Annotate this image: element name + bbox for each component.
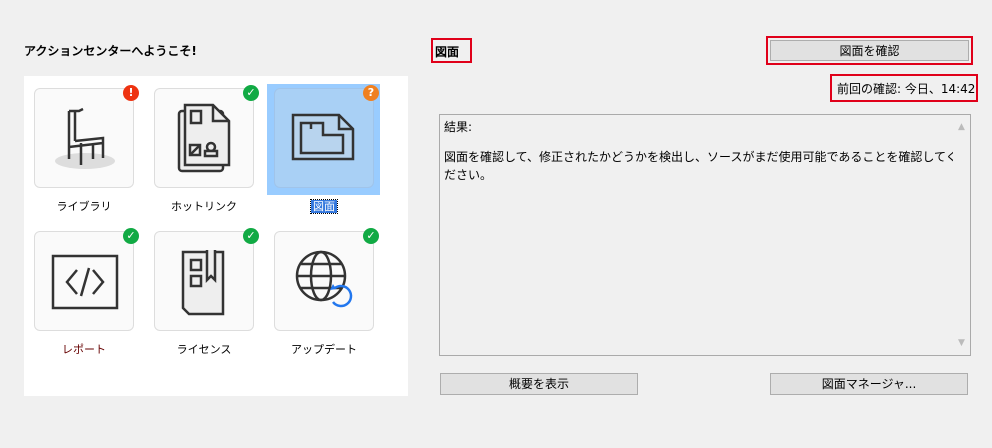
tile-report-label: レポート [62, 343, 106, 356]
ok-badge-icon: ✓ [243, 228, 259, 244]
tile-license[interactable]: ✓ [154, 228, 259, 331]
tile-library-label: ライブラリ [56, 200, 112, 213]
drawing-manager-button[interactable]: 図面マネージャ... [770, 373, 968, 395]
error-badge-icon: ! [123, 85, 139, 101]
tile-license-label: ライセンス [176, 343, 232, 356]
welcome-heading: アクションセンターへようこそ! [24, 44, 197, 58]
drawing-icon [291, 113, 355, 161]
results-label: 結果: [444, 120, 473, 134]
show-summary-button[interactable]: 概要を表示 [440, 373, 638, 395]
results-textbox[interactable]: 結果: 図面を確認して、修正されたかどうかを検出し、ソースがまだ使用可能であるこ… [439, 114, 971, 356]
ok-badge-icon: ✓ [243, 85, 259, 101]
tile-library[interactable]: ! [34, 85, 139, 188]
tile-hotlinks-label: ホットリンク [171, 200, 237, 213]
unknown-badge-icon: ? [363, 85, 379, 101]
tile-update-label: アップデート [291, 343, 357, 356]
chair-icon [55, 107, 115, 169]
scroll-down-icon[interactable]: ▼ [953, 334, 970, 352]
vertical-scrollbar[interactable]: ▲ ▼ [953, 115, 970, 355]
globe-update-icon [295, 250, 353, 308]
license-icon [181, 250, 225, 316]
tile-hotlinks[interactable]: ✓ [154, 85, 259, 188]
ok-badge-icon: ✓ [363, 228, 379, 244]
code-report-icon [51, 254, 119, 310]
scroll-up-icon[interactable]: ▲ [953, 118, 970, 136]
results-text: 図面を確認して、修正されたかどうかを検出し、ソースがまだ使用可能であることを確認… [444, 150, 958, 182]
ok-badge-icon: ✓ [123, 228, 139, 244]
hotlink-document-icon [177, 103, 231, 173]
detail-title: 図面 [431, 38, 472, 63]
last-check-label: 前回の確認: 今日、14:42 [830, 74, 978, 102]
check-drawings-button[interactable]: 図面を確認 [770, 40, 969, 61]
tile-update[interactable]: ✓ [274, 228, 379, 331]
tile-report[interactable]: ✓ [34, 228, 139, 331]
tile-drawings[interactable]: ? [274, 85, 379, 188]
tile-drawings-label: 図面 [310, 199, 338, 214]
